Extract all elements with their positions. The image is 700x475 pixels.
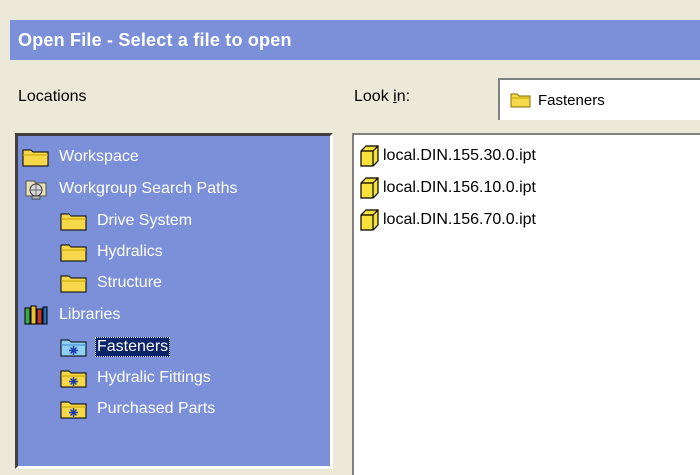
location-label: Hydralic Fittings <box>97 369 211 386</box>
folder-icon <box>510 91 532 109</box>
file-item[interactable]: local.DIN.155.30.0.ipt <box>358 143 536 169</box>
location-label: Libraries <box>59 306 121 323</box>
look-in-label: Look in: <box>354 88 411 105</box>
library-folder-icon <box>60 336 88 358</box>
locations-label: Locations <box>18 88 87 105</box>
file-item[interactable]: local.DIN.156.70.0.ipt <box>358 207 536 233</box>
location-label: Hydralics <box>97 243 163 260</box>
file-name: local.DIN.155.30.0.ipt <box>383 147 536 164</box>
network-folder-icon <box>22 178 50 200</box>
location-label: Structure <box>97 274 162 291</box>
location-label: Purchased Parts <box>97 400 216 417</box>
location-item-workgroup-search-paths[interactable]: Workgroup Search Paths <box>22 176 239 202</box>
file-list[interactable]: local.DIN.155.30.0.ipt local.DIN.156.10.… <box>352 133 700 475</box>
location-label: Workspace <box>59 148 139 165</box>
location-label: Workgroup Search Paths <box>59 180 238 197</box>
library-folder-icon <box>60 367 88 389</box>
part-file-icon <box>358 208 380 232</box>
locations-pane[interactable]: Workspace Workgroup Search Paths Drive S… <box>15 133 333 469</box>
folder-icon <box>60 241 88 263</box>
part-file-icon <box>358 144 380 168</box>
look-in-value: Fasteners <box>538 91 605 109</box>
location-item-purchased-parts[interactable]: Purchased Parts <box>60 396 217 422</box>
file-item[interactable]: local.DIN.156.10.0.ipt <box>358 175 536 201</box>
file-name: local.DIN.156.70.0.ipt <box>383 211 536 228</box>
location-item-hydralics[interactable]: Hydralics <box>60 239 165 265</box>
folder-icon <box>60 272 88 294</box>
part-file-icon <box>358 176 380 200</box>
look-in-dropdown[interactable]: Fasteners <box>498 78 700 120</box>
location-item-workspace[interactable]: Workspace <box>22 144 141 170</box>
location-label: Fasteners <box>95 337 171 357</box>
location-item-fasteners[interactable]: Fasteners <box>60 334 171 360</box>
folder-icon <box>60 210 88 232</box>
location-item-hydralic-fittings[interactable]: Hydralic Fittings <box>60 365 213 391</box>
location-item-drive-system[interactable]: Drive System <box>60 208 194 234</box>
books-icon <box>22 304 50 326</box>
location-label: Drive System <box>97 212 193 229</box>
location-item-libraries[interactable]: Libraries <box>22 302 122 328</box>
file-name: local.DIN.156.10.0.ipt <box>383 179 536 196</box>
open-file-dialog: Open File - Select a file to open Locati… <box>0 0 700 475</box>
location-item-structure[interactable]: Structure <box>60 270 164 296</box>
folder-icon <box>22 146 50 168</box>
library-folder-icon <box>60 398 88 420</box>
dialog-title: Open File - Select a file to open <box>10 20 700 60</box>
